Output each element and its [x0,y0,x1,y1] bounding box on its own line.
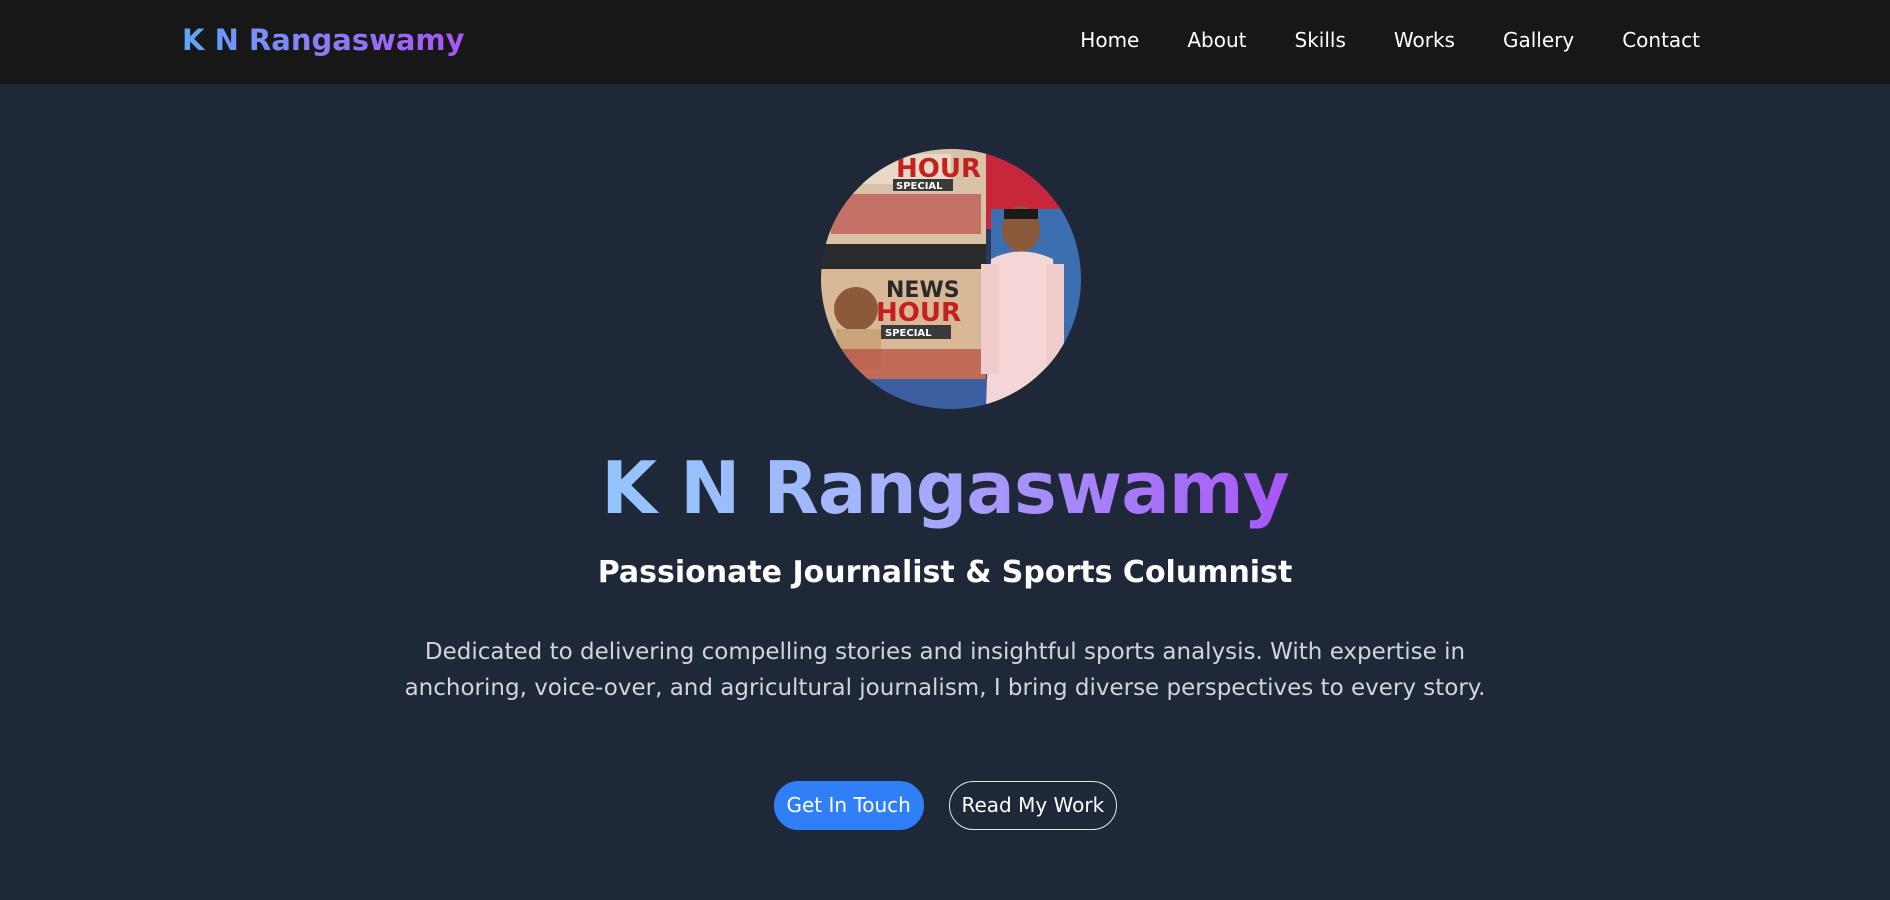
hero-title: K N Rangaswamy [601,446,1290,530]
brand-logo[interactable]: K N Rangaswamy [182,20,465,60]
navbar: K N Rangaswamy Home About Skills Works G… [0,0,1890,84]
get-in-touch-button[interactable]: Get In Touch [773,781,924,830]
read-my-work-button[interactable]: Read My Work [948,781,1117,830]
hero-subtitle: Passionate Journalist & Sports Columnist [597,555,1293,590]
nav-link-works[interactable]: Works [1394,26,1455,54]
svg-text:HOUR: HOUR [876,298,961,328]
svg-text:SPECIAL: SPECIAL [896,181,943,192]
nav-link-home[interactable]: Home [1080,26,1139,54]
cta-buttons: Get In Touch Read My Work [0,781,1890,830]
nav-link-contact[interactable]: Contact [1622,26,1700,54]
hero-description: Dedicated to delivering compelling stori… [404,639,1486,701]
nav-link-about[interactable]: About [1187,26,1246,54]
svg-text:SPECIAL: SPECIAL [885,328,932,339]
nav-menu: Home About Skills Works Gallery Contact [1080,26,1700,54]
nav-link-gallery[interactable]: Gallery [1503,26,1574,54]
profile-photo: HOUR SPECIAL NEWS HOUR SPECIAL [821,149,1081,409]
nav-link-skills[interactable]: Skills [1295,26,1346,54]
